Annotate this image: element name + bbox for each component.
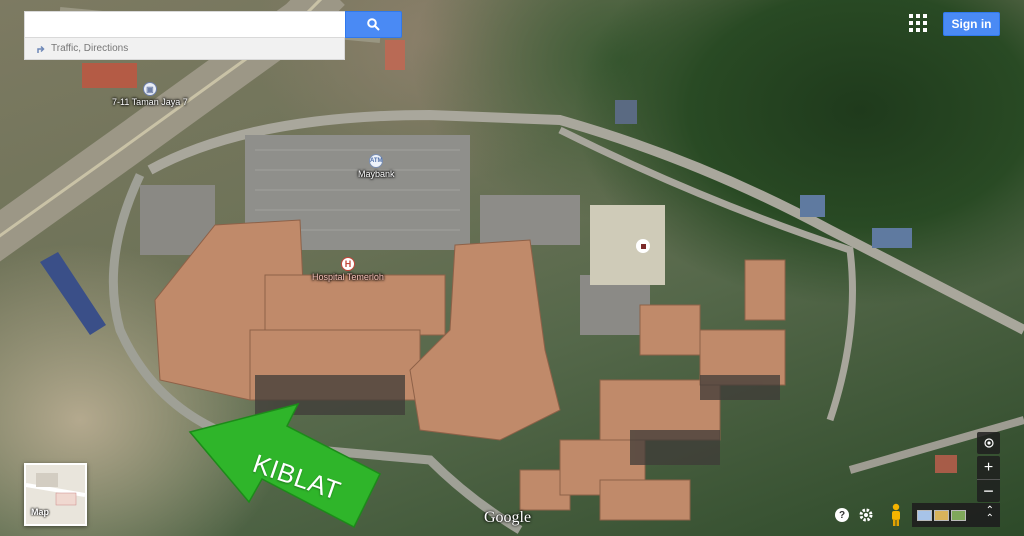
place-marker-hospital[interactable]: H Hospital Temerloh bbox=[312, 257, 384, 282]
apps-grid-icon[interactable] bbox=[909, 14, 929, 34]
satellite-imagery bbox=[0, 0, 1024, 534]
parking-lot bbox=[480, 195, 580, 245]
gear-icon[interactable] bbox=[858, 507, 874, 523]
building-roof bbox=[599, 479, 691, 521]
traffic-directions-link[interactable]: Traffic, Directions bbox=[24, 38, 345, 60]
directions-icon bbox=[37, 45, 45, 53]
imagery-thumb-terrain[interactable] bbox=[934, 509, 949, 521]
building-roof bbox=[264, 274, 446, 336]
building-shadow bbox=[700, 375, 780, 400]
place-label: 7-11 Taman Jaya 7 bbox=[112, 97, 188, 107]
satellite-map[interactable] bbox=[0, 0, 1024, 536]
my-location-button[interactable] bbox=[977, 432, 1000, 454]
place-marker-7-11[interactable]: ▣ 7-11 Taman Jaya 7 bbox=[112, 82, 188, 107]
imagery-thumb-map[interactable] bbox=[917, 509, 932, 521]
open-square bbox=[590, 205, 665, 285]
house-roof bbox=[935, 455, 957, 473]
map-type-toggle[interactable]: Map bbox=[24, 463, 87, 526]
zoom-out-button[interactable]: − bbox=[977, 479, 1000, 502]
chevron-up-icon[interactable]: ⌃ ⌃ bbox=[986, 506, 994, 524]
house-roof bbox=[385, 40, 405, 70]
gear-glyph bbox=[859, 508, 873, 522]
place-label: Hospital Temerloh bbox=[312, 272, 384, 282]
zoom-in-button[interactable]: + bbox=[977, 456, 1000, 479]
house-roof bbox=[872, 228, 912, 248]
search-input[interactable] bbox=[25, 12, 345, 37]
building-roof bbox=[744, 259, 786, 321]
shop-icon: ▣ bbox=[142, 82, 157, 96]
my-location-icon bbox=[983, 438, 994, 448]
search-icon bbox=[367, 18, 380, 31]
place-marker-maybank[interactable]: ATM Maybank bbox=[358, 154, 395, 179]
solar-panel-row bbox=[40, 252, 106, 335]
square-pin-icon bbox=[640, 243, 646, 249]
pegman-glyph bbox=[892, 503, 900, 526]
place-label: Maybank bbox=[358, 169, 395, 179]
pegman-icon[interactable] bbox=[889, 503, 903, 527]
house-roof bbox=[800, 195, 825, 217]
help-icon[interactable]: ? bbox=[835, 508, 849, 522]
search-box[interactable] bbox=[24, 11, 345, 38]
traffic-directions-label: Traffic, Directions bbox=[51, 43, 129, 54]
imagery-strip[interactable]: ⌃ ⌃ bbox=[912, 503, 1000, 527]
building-roof bbox=[639, 304, 701, 356]
atm-icon: ATM bbox=[369, 154, 384, 168]
sign-in-button[interactable]: Sign in bbox=[943, 12, 1000, 36]
place-marker-square[interactable] bbox=[636, 239, 650, 253]
hospital-icon: H bbox=[340, 257, 355, 271]
imagery-thumb-earth[interactable] bbox=[951, 509, 966, 521]
house-roof bbox=[615, 100, 637, 124]
building-shadow bbox=[630, 430, 720, 465]
search-button[interactable] bbox=[345, 11, 402, 38]
building-roof bbox=[409, 239, 561, 441]
map-type-label: Map bbox=[31, 507, 49, 517]
google-logo: Google bbox=[484, 509, 532, 526]
